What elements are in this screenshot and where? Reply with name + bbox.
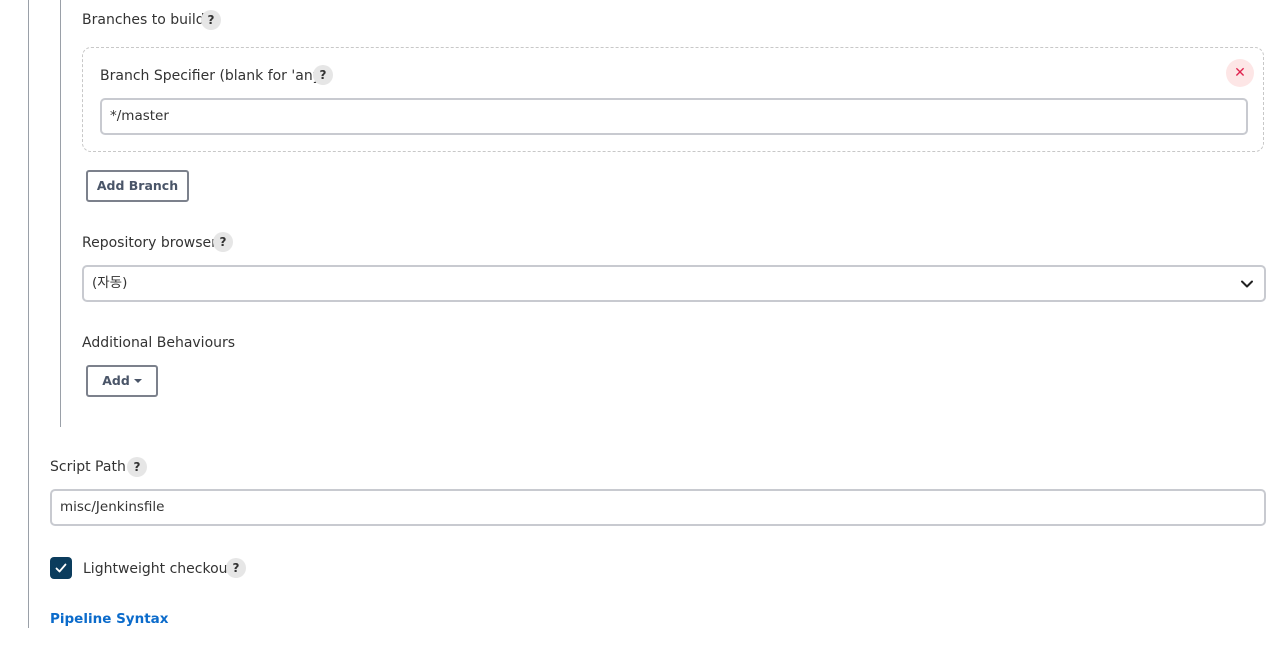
- add-branch-button[interactable]: Add Branch: [86, 170, 189, 202]
- lightweight-checkout-help-icon[interactable]: ?: [226, 558, 246, 578]
- outer-section-border: [28, 0, 29, 628]
- additional-behaviours-label: Additional Behaviours: [82, 335, 236, 351]
- script-path-input[interactable]: misc/Jenkinsfile: [50, 489, 1266, 526]
- script-path-help-icon[interactable]: ?: [127, 457, 147, 477]
- checkmark-icon: [55, 563, 67, 573]
- branch-specifier-help-icon[interactable]: ?: [313, 65, 333, 85]
- branch-specifier-label: Branch Specifier (blank for 'any'): [100, 68, 331, 84]
- repository-browser-select[interactable]: (자동): [82, 265, 1266, 302]
- add-behaviour-button[interactable]: Add: [86, 365, 158, 397]
- add-behaviour-button-label: Add: [102, 373, 130, 388]
- lightweight-checkout-checkbox[interactable]: [50, 557, 72, 579]
- remove-branch-close-icon[interactable]: ✕: [1226, 59, 1254, 87]
- repository-browser-help-icon[interactable]: ?: [213, 232, 233, 252]
- lightweight-checkout-label: Lightweight checkout: [83, 561, 234, 577]
- script-path-label: Script Path: [50, 459, 126, 475]
- inner-section-border: [60, 0, 61, 427]
- branches-help-icon[interactable]: ?: [201, 10, 221, 30]
- repository-browser-selected-value: (자동): [92, 275, 128, 291]
- chevron-down-icon: [1241, 280, 1253, 288]
- branch-specifier-input[interactable]: */master: [100, 98, 1248, 135]
- repository-browser-label: Repository browser: [82, 235, 217, 251]
- pipeline-syntax-link[interactable]: Pipeline Syntax: [50, 609, 168, 629]
- branches-to-build-label: Branches to build: [82, 12, 205, 28]
- caret-down-icon: [133, 378, 142, 383]
